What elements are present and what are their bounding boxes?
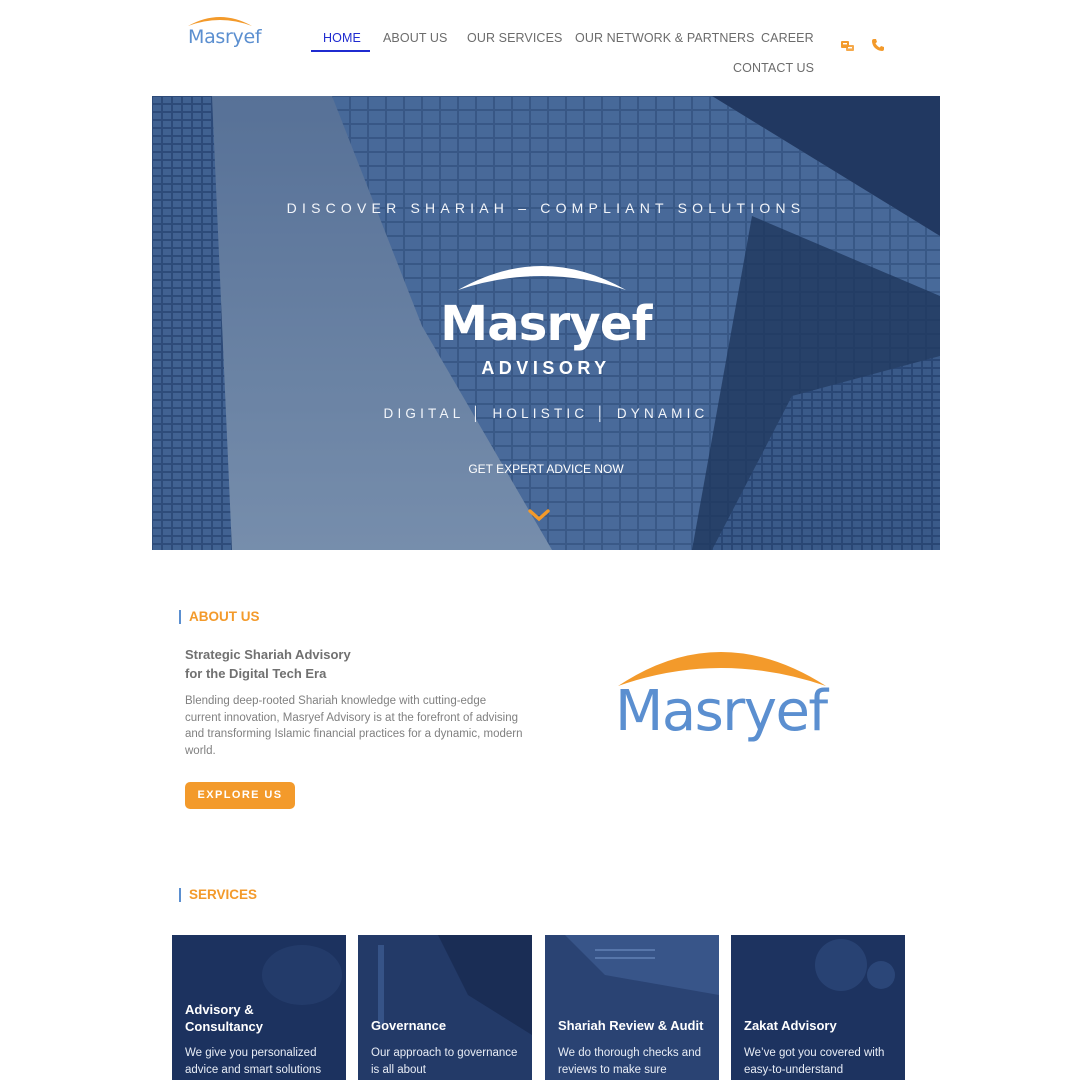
hero-pillars: DIGITAL │ HOLISTIC │ DYNAMIC (383, 406, 709, 421)
nav-career[interactable]: CAREER (761, 31, 814, 45)
translate-icon[interactable] (840, 38, 858, 56)
card-title: Governance (371, 1018, 447, 1033)
card-title: Zakat Advisory (744, 1018, 837, 1033)
nav-our-services[interactable]: OUR SERVICES (467, 31, 562, 45)
header-logo[interactable]: Masryef (186, 12, 262, 52)
about-heading: ABOUT US (179, 610, 260, 624)
about-logo: Masryef (612, 640, 832, 760)
phone-icon[interactable] (871, 38, 889, 56)
card-title: Shariah Review & Audit (558, 1018, 704, 1033)
card-description: We do thorough checks and reviews to mak… (558, 1047, 701, 1076)
explore-us-button[interactable]: EXPLORE US (185, 782, 295, 809)
about-title: Strategic Shariah Advisory for the Digit… (185, 645, 485, 683)
service-card-shariah-review[interactable]: Shariah Review & Audit We do thorough ch… (545, 935, 719, 1080)
logo-text: Masryef (188, 26, 262, 48)
card-description: Our approach to governance is all about (371, 1047, 518, 1076)
chevron-down-icon[interactable] (528, 508, 550, 522)
nav-active-indicator (311, 50, 370, 52)
hero-tagline: DISCOVER SHARIAH – COMPLIANT SOLUTIONS (286, 200, 806, 216)
nav-home[interactable]: HOME (323, 31, 361, 45)
hero-brand-name: Masryef (440, 296, 652, 352)
hero-brand-sub: ADVISORY (481, 358, 611, 378)
about-logo-text: Masryef (615, 679, 828, 744)
nav-network-partners[interactable]: OUR NETWORK & PARTNERS (575, 31, 755, 45)
services-heading: SERVICES (179, 888, 257, 902)
about-description: Blending deep-rooted Shariah knowledge w… (185, 695, 523, 758)
service-card-advisory[interactable]: Advisory & Consultancy We give you perso… (172, 935, 346, 1080)
hero-banner: DISCOVER SHARIAH – COMPLIANT SOLUTIONS M… (152, 96, 940, 550)
card-title: Advisory & Consultancy (185, 1002, 264, 1034)
about-title-line-1: Strategic Shariah Advisory (185, 647, 351, 662)
card-description: We give you personalized advice and smar… (185, 1047, 322, 1076)
hero-cta-link[interactable]: GET EXPERT ADVICE NOW (152, 462, 940, 476)
hero-swoosh-icon (458, 266, 626, 290)
about-title-line-2: for the Digital Tech Era (185, 666, 327, 681)
nav-about-us[interactable]: ABOUT US (383, 31, 447, 45)
card-description: We’ve got you covered with easy-to-under… (744, 1047, 885, 1076)
nav-contact-us[interactable]: CONTACT US (733, 61, 814, 75)
service-card-zakat[interactable]: Zakat Advisory We’ve got you covered wit… (731, 935, 905, 1080)
service-card-governance[interactable]: Governance Our approach to governance is… (358, 935, 532, 1080)
